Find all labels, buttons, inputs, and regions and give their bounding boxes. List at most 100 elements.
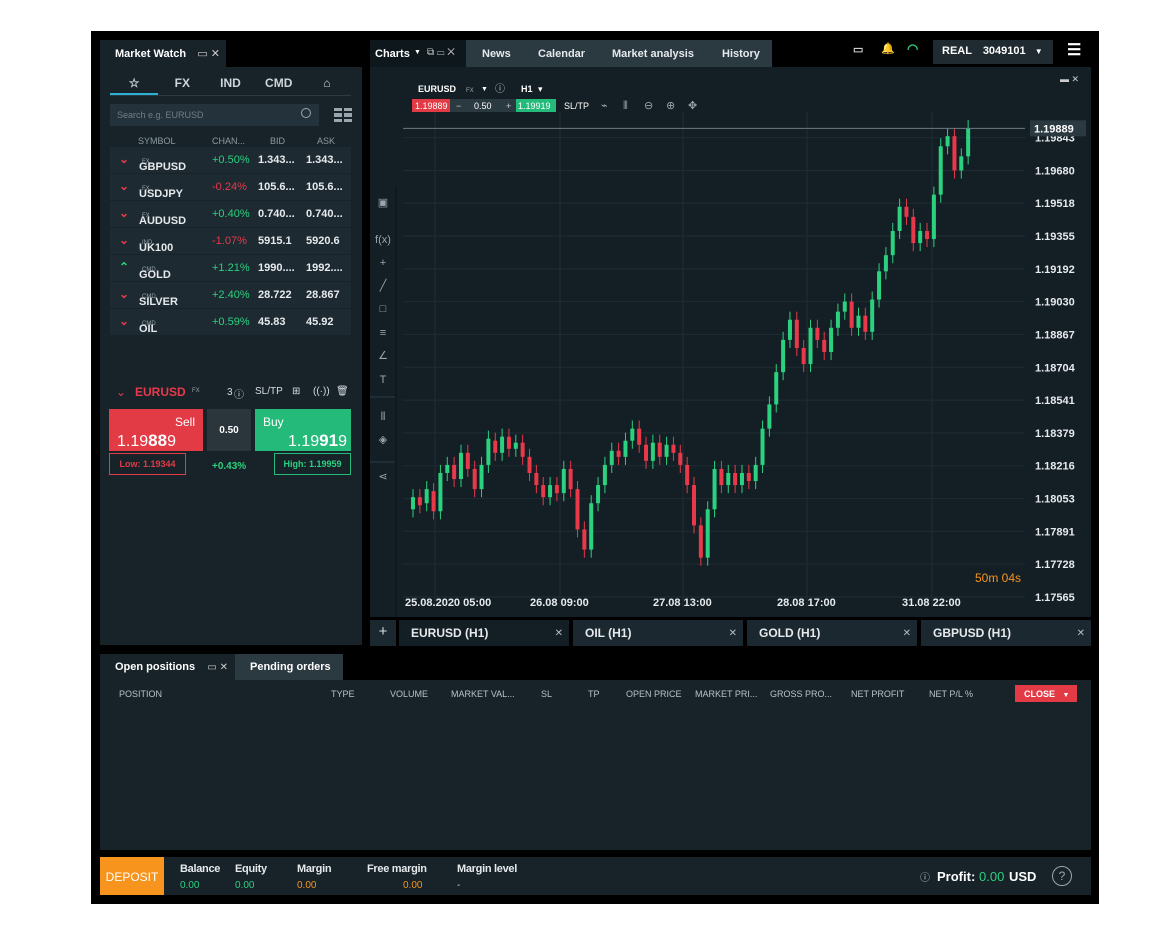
help-icon[interactable]: ? xyxy=(1052,866,1072,886)
zoom-in-icon[interactable]: ⊕ xyxy=(666,100,675,112)
grid-view-icon[interactable] xyxy=(334,108,352,122)
tab-news[interactable]: News xyxy=(482,48,511,60)
chevron-down-icon[interactable]: ⌄ xyxy=(116,385,126,399)
market-watch-tab[interactable]: Market Watch ▭ ✕ xyxy=(100,40,226,67)
tab-calendar[interactable]: Calendar xyxy=(538,48,585,60)
chevron-down-icon[interactable]: ⌄ xyxy=(119,314,129,328)
layers-icon[interactable]: ◈ xyxy=(379,434,388,446)
panel-controls[interactable]: ▭ ✕ xyxy=(197,47,220,60)
tab-inbox[interactable]: ⌂ xyxy=(303,70,351,95)
price-chart[interactable]: 1.198431.196801.195181.193551.191921.190… xyxy=(370,67,1091,617)
col-position[interactable]: POSITION xyxy=(119,689,162,699)
tab-favorites[interactable]: ☆ xyxy=(110,70,159,95)
chart-window-controls[interactable]: ▬ ✕ xyxy=(1060,74,1079,84)
col-sl[interactable]: SL xyxy=(541,689,552,699)
function-icon[interactable]: f(x) xyxy=(375,234,391,246)
col-open-price[interactable]: OPEN PRICE xyxy=(626,689,682,699)
col-change[interactable]: CHAN... xyxy=(212,136,245,146)
close-icon[interactable]: ✕ xyxy=(555,628,563,639)
col-type[interactable]: TYPE xyxy=(331,689,355,699)
info-icon[interactable]: ⓘ xyxy=(495,83,505,95)
col-market-value[interactable]: MARKET VAL... xyxy=(451,689,515,699)
signal-icon[interactable]: ((·)) xyxy=(313,386,330,397)
market-row[interactable]: ⌄ GBPUSD FX +0.50% 1.343... 1.343... xyxy=(110,147,351,173)
info-icon[interactable]: ⓘ xyxy=(920,869,930,884)
tab-open-positions[interactable]: Open positions ▭ ✕ xyxy=(100,654,235,680)
col-ask[interactable]: ASK xyxy=(317,136,335,146)
col-net-profit[interactable]: NET PROFIT xyxy=(851,689,904,699)
volume-input[interactable]: 0.50 xyxy=(207,409,251,451)
chevron-down-icon[interactable]: ⌄ xyxy=(119,233,129,247)
zoom-out-icon[interactable]: ⊖ xyxy=(644,100,653,112)
account-selector[interactable]: REAL 3049101 ▼ xyxy=(933,40,1053,64)
trend-icon[interactable]: ⌁ xyxy=(601,100,608,112)
fibonacci-icon[interactable]: ≡ xyxy=(380,327,386,339)
search-icon[interactable] xyxy=(301,108,311,118)
tab-charts[interactable]: Charts ▼ ⧉ ▭ ✕ xyxy=(370,40,466,67)
chevron-down-icon[interactable]: ⌄ xyxy=(119,206,129,220)
market-row[interactable]: ⌄ UK100 IND -1.07% 5915.1 5920.6 xyxy=(110,228,351,254)
chart-tab-oil[interactable]: OIL (H1) ✕ xyxy=(573,620,743,646)
caret-down-icon[interactable]: ▼ xyxy=(414,49,421,56)
deposit-button[interactable]: DEPOSIT xyxy=(100,857,164,895)
info-icon[interactable]: ⓘ xyxy=(234,386,244,401)
col-gross-profit[interactable]: GROSS PRO... xyxy=(770,689,832,699)
col-net-pl[interactable]: NET P/L % xyxy=(929,689,973,699)
col-tp[interactable]: TP xyxy=(588,689,600,699)
market-row[interactable]: ⌄ OIL CMD +0.59% 45.83 45.92 xyxy=(110,309,351,335)
close-icon[interactable]: ✕ xyxy=(729,628,737,639)
market-row[interactable]: ⌃ GOLD CMD +1.21% 1990.... 1992.... xyxy=(110,255,351,281)
chart-tab-gbpusd[interactable]: GBPUSD (H1) ✕ xyxy=(921,620,1091,646)
buy-button[interactable]: Buy 1.19919 xyxy=(255,409,351,451)
col-market-price[interactable]: MARKET PRI... xyxy=(695,689,757,699)
plus-icon[interactable]: + xyxy=(380,257,386,269)
col-volume[interactable]: VOLUME xyxy=(390,689,428,699)
market-row[interactable]: ⌄ AUDUSD FX +0.40% 0.740... 0.740... xyxy=(110,201,351,227)
tab-fx[interactable]: FX xyxy=(158,70,206,95)
chevron-up-icon[interactable]: ⌃ xyxy=(119,260,129,274)
sltp-toggle[interactable]: SL/TP xyxy=(255,386,283,397)
chevron-down-icon[interactable]: ⌄ xyxy=(119,287,129,301)
chart-tab-gold[interactable]: GOLD (H1) ✕ xyxy=(747,620,917,646)
close-icon[interactable]: ✕ xyxy=(1077,628,1085,639)
close-all-button[interactable]: CLOSE ▼ xyxy=(1015,685,1077,702)
panel-controls[interactable]: ▭ ✕ xyxy=(207,662,228,673)
layout-icon[interactable]: ▭ xyxy=(853,43,863,67)
chevron-down-icon[interactable]: ⌄ xyxy=(119,179,129,193)
minus-icon[interactable]: − xyxy=(456,101,461,111)
bell-icon[interactable]: 🔔 xyxy=(881,42,895,66)
sell-button[interactable]: Sell 1.19889 xyxy=(109,409,203,451)
select-icon[interactable]: ▣ xyxy=(378,197,388,209)
market-row[interactable]: ⌄ USDJPY FX -0.24% 105.6... 105.6... xyxy=(110,174,351,200)
col-bid[interactable]: BID xyxy=(270,136,285,146)
trash-icon[interactable]: 🗑 xyxy=(336,386,349,397)
plus-box-icon[interactable]: ⊞ xyxy=(292,386,300,397)
chart-tab-eurusd[interactable]: EURUSD (H1) ✕ xyxy=(399,620,569,646)
col-symbol[interactable]: SYMBOL xyxy=(138,136,176,146)
text-icon[interactable]: T xyxy=(380,374,387,386)
indicators-icon[interactable]: ⦀ xyxy=(381,411,386,423)
tab-market-analysis[interactable]: Market analysis xyxy=(612,48,694,60)
tab-pending-orders[interactable]: Pending orders xyxy=(235,654,343,680)
tab-history[interactable]: History xyxy=(722,48,760,60)
search-input[interactable]: Search e.g. EURUSD xyxy=(110,104,319,126)
caret-down-icon[interactable]: ▾ xyxy=(538,84,543,94)
caret-down-icon[interactable]: ▼ xyxy=(481,86,488,93)
pen-icon[interactable]: ╱ xyxy=(379,278,388,292)
tab-cmd[interactable]: CMD xyxy=(255,70,303,95)
chevron-down-icon[interactable]: ⌄ xyxy=(119,152,129,166)
tab-ind[interactable]: IND xyxy=(206,70,254,95)
close-icon[interactable]: ✕ xyxy=(903,628,911,639)
market-row[interactable]: ⌄ SILVER CMD +2.40% 28.722 28.867 xyxy=(110,282,351,308)
add-chart-button[interactable]: + xyxy=(370,620,396,646)
timeframe-selector[interactable]: H1 xyxy=(521,84,533,94)
share-icon[interactable]: ⋖ xyxy=(378,471,387,483)
crosshair-icon[interactable]: ✥ xyxy=(688,100,697,112)
chart-sltp-toggle[interactable]: SL/TP xyxy=(564,101,589,111)
menu-icon[interactable]: ☰ xyxy=(1067,40,1081,64)
rectangle-icon[interactable]: □ xyxy=(380,303,387,315)
plus-icon[interactable]: + xyxy=(506,101,511,111)
angle-icon[interactable]: ∠ xyxy=(378,350,388,362)
window-controls[interactable]: ⧉ ▭ ✕ xyxy=(427,47,455,58)
signal-icon[interactable]: ⦀ xyxy=(623,100,628,112)
